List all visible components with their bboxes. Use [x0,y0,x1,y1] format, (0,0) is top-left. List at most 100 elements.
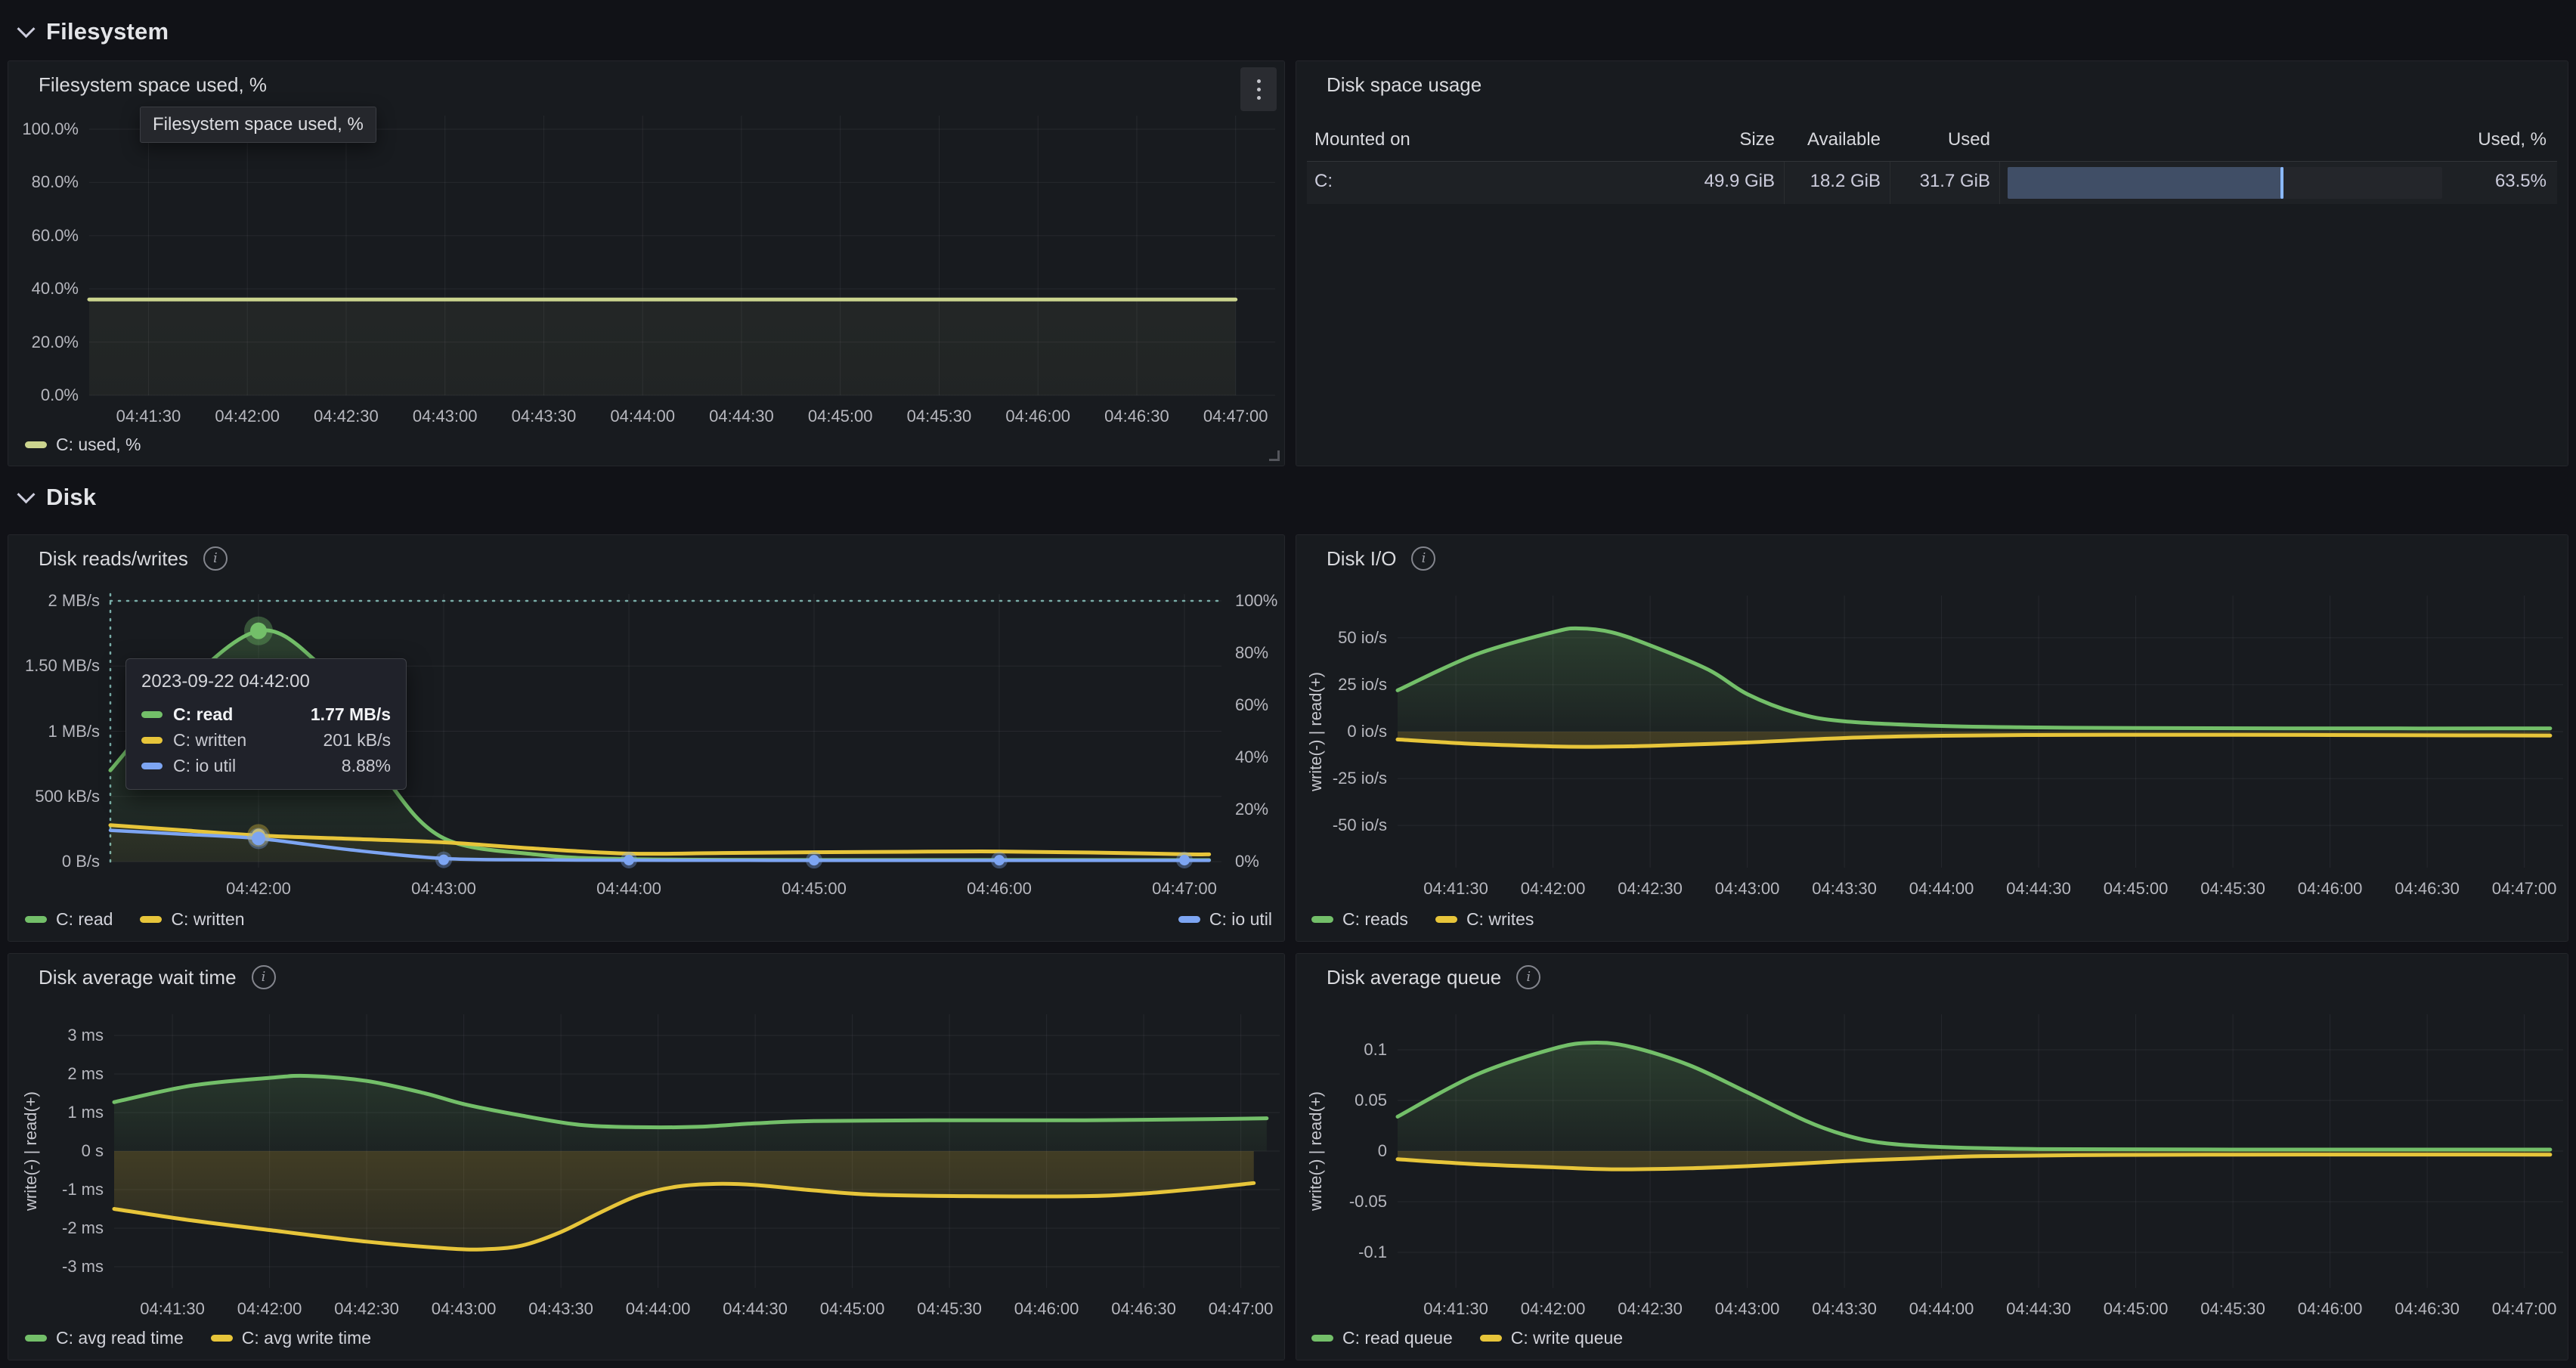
legend-label: C: avg read time [56,1328,184,1348]
column-header-mounted-on[interactable]: Mounted on [1314,129,1410,150]
y-tick-label: 100.0% [8,119,79,140]
info-icon[interactable]: i [1516,965,1540,989]
info-icon[interactable]: i [252,965,276,989]
legend-item[interactable]: C: read [25,909,113,930]
chart-plot-area[interactable] [114,1014,1280,1288]
legend-label: C: read [56,909,113,930]
info-icon[interactable]: i [1411,546,1435,571]
section-header-disk[interactable]: Disk [17,481,96,514]
used-percent-bar-track [2008,167,2442,199]
y-tick-label: 0.1 [1296,1039,1387,1060]
tooltip-swatch [141,711,163,718]
legend-item[interactable]: C: written [140,909,244,930]
y-tick-label-right: 0% [1235,851,1259,872]
legend-item[interactable]: C: avg read time [25,1328,184,1348]
x-tick-label: 04:47:00 [1124,878,1245,899]
tooltip-series-value: 8.88% [342,756,391,776]
panel-header: Disk average queue i [1296,954,2522,1001]
cell-size: 49.9 GiB [1624,171,1775,192]
panel-title[interactable]: Disk I/O [1327,547,1396,571]
column-header-used[interactable]: Used [1854,129,1990,150]
panel-title[interactable]: Disk space usage [1327,73,1482,97]
x-tick-label: 04:42:00 [198,878,319,899]
chart-plot-area[interactable] [89,116,1275,395]
legend-swatch [1480,1335,1502,1342]
legend-swatch [140,916,162,923]
column-divider [1999,162,2000,204]
y-tick-label: 0 B/s [8,851,100,872]
x-tick-label: 04:47:00 [1175,406,1296,427]
tooltip-row: C: read 1.77 MB/s [141,701,391,727]
info-icon[interactable]: i [203,546,228,571]
y-tick-label: -0.1 [1296,1242,1387,1263]
panel-title[interactable]: Disk average wait time [39,966,237,989]
y-tick-label: 0 io/s [1296,721,1387,742]
y-tick-label-right: 60% [1235,695,1268,716]
chart-plot-area[interactable] [1398,1014,2563,1288]
legend-label: C: io util [1209,909,1272,930]
panel-disk-reads-writes: Disk reads/writes i C: read C: written C… [8,534,1285,942]
panel-title[interactable]: Disk average queue [1327,966,1501,989]
chart-legend: C: avg read time C: avg write time [25,1328,371,1348]
panel-disk-space-usage: Disk space usage Mounted on Size Availab… [1296,60,2568,466]
chart-plot-area[interactable] [1398,596,2563,868]
legend-swatch [1311,1335,1333,1342]
panel-title[interactable]: Filesystem space used, % [39,73,267,97]
section-title: Filesystem [46,18,169,45]
legend-item[interactable]: C: reads [1311,909,1408,930]
chart-legend: C: read C: written [25,909,245,930]
y-tick-label: -3 ms [8,1256,104,1277]
cell-used-pct: 63.5% [2395,171,2547,192]
panel-header: Disk average wait time i [8,954,1239,1001]
y-tick-label: 3 ms [8,1025,104,1046]
y-tick-label: 0 s [8,1141,104,1162]
section-title: Disk [46,484,96,511]
y-tick-label: 80.0% [8,172,79,193]
legend-swatch [25,916,47,923]
legend-item[interactable]: C: read queue [1311,1328,1453,1348]
used-percent-bar [2008,167,2283,199]
panel-header: Disk I/O i [1296,535,2522,582]
panel-title[interactable]: Disk reads/writes [39,547,188,571]
panel-header: Disk reads/writes i [8,535,1239,582]
tooltip-series-value: 1.77 MB/s [311,704,391,725]
panel-menu-button[interactable] [1240,67,1277,111]
legend-item[interactable]: C: io util [1178,909,1272,930]
panel-header: Disk space usage [1296,61,2522,108]
chart-legend: C: used, % [25,435,141,455]
chart-legend: C: reads C: writes [1311,909,1534,930]
y-tick-label-right: 80% [1235,642,1268,664]
x-tick-label: 04:44:00 [568,878,689,899]
legend-item[interactable]: C: used, % [25,435,141,455]
legend-label: C: used, % [56,435,141,455]
tooltip-swatch [141,737,163,744]
x-tick-label: 04:46:00 [939,878,1060,899]
tooltip-series-label: C: io util [173,756,331,776]
y-tick-label: -1 ms [8,1179,104,1200]
panel-disk-average-wait-time: Disk average wait time i write(-) | read… [8,953,1285,1360]
y-tick-label: 25 io/s [1296,674,1387,695]
x-tick-label: 04:47:00 [2464,1298,2576,1320]
y-tick-label: 0.0% [8,385,79,406]
legend-item[interactable]: C: writes [1435,909,1534,930]
legend-label: C: avg write time [242,1328,371,1348]
legend-swatch [1311,916,1333,923]
y-tick-label: -50 io/s [1296,815,1387,836]
chevron-down-icon [17,20,35,38]
used-percent-bar-edge [2280,167,2283,199]
y-tick-label-right: 20% [1235,799,1268,820]
legend-item[interactable]: C: write queue [1480,1328,1623,1348]
y-tick-label: 500 kB/s [8,786,100,807]
legend-item[interactable]: C: avg write time [211,1328,371,1348]
column-header-used-pct[interactable]: Used, % [2395,129,2547,150]
chevron-down-icon [17,485,35,503]
section-header-filesystem[interactable]: Filesystem [17,15,169,48]
column-header-size[interactable]: Size [1624,129,1775,150]
panel-resize-handle[interactable] [1269,450,1280,461]
y-tick-label: 1 ms [8,1102,104,1123]
legend-swatch [1435,916,1457,923]
cell-mounted-on: C: [1314,171,1333,192]
legend-label: C: written [171,909,244,930]
y-tick-label: 1.50 MB/s [8,655,100,676]
y-tick-label-right: 100% [1235,590,1277,611]
